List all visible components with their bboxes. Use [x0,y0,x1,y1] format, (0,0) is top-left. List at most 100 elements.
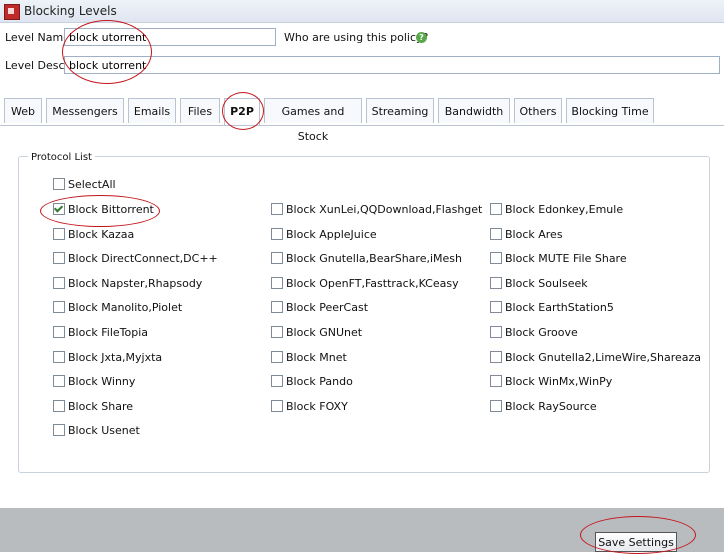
checkbox-label: Block OpenFT,Fasttrack,KCeasy [286,276,459,290]
checkbox-label: Block Soulseek [505,276,588,290]
tab-bandwidth[interactable]: Bandwidth [438,98,510,123]
tab-emails[interactable]: Emails [128,98,176,123]
level-desc-label: Level Desc [5,59,65,72]
checkbox-block-usenet[interactable]: Block Usenet [53,422,140,438]
checkbox-block-gnunet[interactable]: Block GNUnet [271,324,362,340]
checkbox-label: Block WinMx,WinPy [505,374,613,388]
checkbox-block-earthstation5[interactable]: Block EarthStation5 [490,299,614,315]
checkbox-icon[interactable] [271,228,283,240]
checkbox-block-share[interactable]: Block Share [53,398,133,414]
checkbox-icon[interactable] [271,375,283,387]
checkbox-block-winmx-winpy[interactable]: Block WinMx,WinPy [490,373,612,389]
checkbox-icon[interactable] [490,326,502,338]
checkbox-block-foxy[interactable]: Block FOXY [271,398,348,414]
checkbox-block-filetopia[interactable]: Block FileTopia [53,324,148,340]
checkbox-block-directconnect-dc[interactable]: Block DirectConnect,DC++ [53,250,218,266]
checkbox-block-ares[interactable]: Block Ares [490,226,563,242]
checkbox-label: Block RaySource [505,399,597,413]
checkbox-icon[interactable] [53,228,65,240]
checkbox-block-mnet[interactable]: Block Mnet [271,349,347,365]
checkbox-icon[interactable] [490,351,502,363]
policy-question-link[interactable]: Who are using this policy? [284,31,428,44]
tab-files[interactable]: Files [180,98,220,123]
checkbox-label: Block Edonkey,Emule [505,202,624,216]
checkbox-block-winny[interactable]: Block Winny [53,373,135,389]
title-bar: Blocking Levels [0,0,724,23]
checkbox-icon[interactable] [53,400,65,412]
checkbox-icon[interactable] [490,400,502,412]
checkbox-block-xunlei-qqdownload-flashget[interactable]: Block XunLei,QQDownload,Flashget [271,201,482,217]
checkbox-block-peercast[interactable]: Block PeerCast [271,299,368,315]
checkbox-label: Block Napster,Rhapsody [68,276,203,290]
checkbox-block-napster-rhapsody[interactable]: Block Napster,Rhapsody [53,275,202,291]
level-name-label: Level Name [5,31,70,44]
checkbox-block-applejuice[interactable]: Block AppleJuice [271,226,377,242]
tab-streaming[interactable]: Streaming [366,98,434,123]
checkbox-icon[interactable] [271,326,283,338]
checkbox-icon[interactable] [53,301,65,313]
checkbox-icon[interactable] [53,375,65,387]
checkbox-label: Block Bittorrent [68,202,154,216]
checkbox-icon[interactable] [490,252,502,264]
tab-bar: Web Messengers Emails Files P2P Games an… [0,98,724,143]
checkbox-label: Block FOXY [286,399,348,413]
help-icon[interactable]: ? [416,32,427,43]
checkbox-icon[interactable] [490,228,502,240]
checkbox-icon[interactable] [271,277,283,289]
checkbox-block-gnutella-bearshare-imesh[interactable]: Block Gnutella,BearShare,iMesh [271,250,462,266]
checkbox-label: Block Gnutella2,LimeWire,Shareaza [505,350,702,364]
checkbox-label: Block Usenet [68,423,140,437]
tab-web[interactable]: Web [4,98,42,123]
tab-games-and-stock[interactable]: Games and Stock [264,98,362,143]
checkbox-checked-icon[interactable] [53,203,65,215]
checkbox-icon[interactable] [53,277,65,289]
level-desc-input[interactable] [64,56,720,74]
checkbox-label: SelectAll [68,177,116,191]
checkbox-label: Block DirectConnect,DC++ [68,251,218,265]
tab-blocking-time[interactable]: Blocking Time [566,98,654,123]
protocol-list-title: Protocol List [28,152,95,163]
checkbox-block-manolito-piolet[interactable]: Block Manolito,Piolet [53,299,182,315]
checkbox-block-pando[interactable]: Block Pando [271,373,353,389]
checkbox-label: Block FileTopia [68,325,149,339]
tab-p2p[interactable]: P2P [224,98,260,125]
checkbox-label: Block Groove [505,325,578,339]
checkbox-block-jxta-myjxta[interactable]: Block Jxta,Myjxta [53,349,162,365]
checkbox-select-all[interactable]: SelectAll [53,176,116,192]
checkbox-icon[interactable] [271,301,283,313]
checkbox-label: Block AppleJuice [286,227,377,241]
checkbox-label: Block Mnet [286,350,347,364]
checkbox-icon[interactable] [53,178,65,190]
checkbox-label: Block MUTE File Share [505,251,627,265]
window-title: Blocking Levels [24,4,117,18]
checkbox-label: Block Ares [505,227,563,241]
checkbox-icon[interactable] [53,252,65,264]
checkbox-block-mute-file-share[interactable]: Block MUTE File Share [490,250,627,266]
checkbox-icon[interactable] [490,375,502,387]
checkbox-icon[interactable] [271,252,283,264]
checkbox-block-bittorrent[interactable]: Block Bittorrent [53,201,154,217]
checkbox-icon[interactable] [53,326,65,338]
checkbox-icon[interactable] [53,351,65,363]
checkbox-block-groove[interactable]: Block Groove [490,324,578,340]
checkbox-icon[interactable] [490,301,502,313]
checkbox-icon[interactable] [271,203,283,215]
checkbox-block-edonkey-emule[interactable]: Block Edonkey,Emule [490,201,623,217]
checkbox-icon[interactable] [271,351,283,363]
level-name-input[interactable] [64,28,276,46]
checkbox-block-raysource[interactable]: Block RaySource [490,398,597,414]
checkbox-icon[interactable] [53,424,65,436]
checkbox-block-gnutella2-limewire-shareaza[interactable]: Block Gnutella2,LimeWire,Shareaza [490,349,701,365]
checkbox-block-openft-fasttrack-kceasy[interactable]: Block OpenFT,Fasttrack,KCeasy [271,275,459,291]
checkbox-block-soulseek[interactable]: Block Soulseek [490,275,588,291]
tab-messengers[interactable]: Messengers [46,98,124,123]
checkbox-label: Block Manolito,Piolet [68,300,183,314]
tab-others[interactable]: Others [514,98,562,123]
checkbox-icon[interactable] [490,277,502,289]
checkbox-icon[interactable] [490,203,502,215]
checkbox-label: Block GNUnet [286,325,363,339]
checkbox-icon[interactable] [271,400,283,412]
save-settings-button[interactable]: Save Settings [595,532,677,552]
checkbox-block-kazaa[interactable]: Block Kazaa [53,226,134,242]
checkbox-label: Block EarthStation5 [505,300,614,314]
